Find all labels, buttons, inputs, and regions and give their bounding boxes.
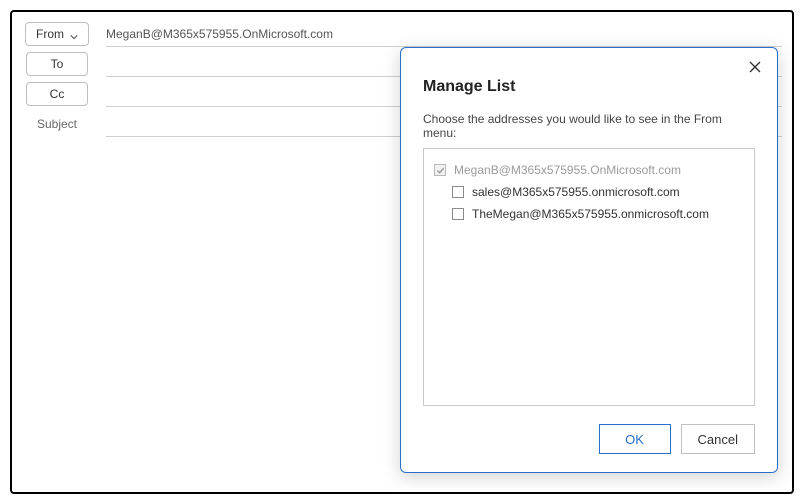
address-email: sales@M365x575955.onmicrosoft.com: [472, 185, 680, 199]
compose-window: From MeganB@M365x575955.OnMicrosoft.com …: [10, 10, 794, 494]
dialog-title: Manage List: [423, 78, 755, 96]
address-item: MeganB@M365x575955.OnMicrosoft.com: [434, 159, 744, 181]
dialog-footer: OK Cancel: [423, 424, 755, 454]
from-value[interactable]: MeganB@M365x575955.OnMicrosoft.com: [106, 21, 782, 47]
cc-label: Cc: [50, 87, 65, 101]
to-label: To: [51, 57, 64, 71]
checkbox[interactable]: [452, 208, 464, 220]
checkbox[interactable]: [452, 186, 464, 198]
cc-button[interactable]: Cc: [26, 82, 88, 106]
address-email: TheMegan@M365x575955.onmicrosoft.com: [472, 207, 709, 221]
address-list: MeganB@M365x575955.OnMicrosoft.com sales…: [423, 148, 755, 406]
chevron-down-icon: [70, 30, 78, 38]
checkbox: [434, 164, 446, 176]
ok-button[interactable]: OK: [599, 424, 671, 454]
from-row: From MeganB@M365x575955.OnMicrosoft.com: [22, 20, 782, 48]
address-item[interactable]: sales@M365x575955.onmicrosoft.com: [434, 181, 744, 203]
close-button[interactable]: [747, 60, 763, 76]
address-email: MeganB@M365x575955.OnMicrosoft.com: [454, 163, 681, 177]
dialog-instruction: Choose the addresses you would like to s…: [423, 112, 755, 140]
subject-label: Subject: [22, 117, 92, 131]
to-button[interactable]: To: [26, 52, 88, 76]
cancel-button[interactable]: Cancel: [681, 424, 755, 454]
from-button[interactable]: From: [25, 22, 89, 46]
manage-list-dialog: Manage List Choose the addresses you wou…: [400, 47, 778, 473]
close-icon: [749, 61, 761, 76]
from-label: From: [36, 27, 64, 41]
address-item[interactable]: TheMegan@M365x575955.onmicrosoft.com: [434, 203, 744, 225]
